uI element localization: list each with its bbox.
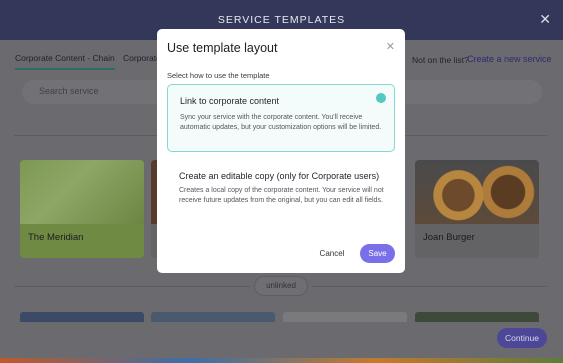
option-link-corporate-content[interactable]: Link to corporate content Sync your serv…	[167, 84, 395, 152]
card-thumbnail[interactable]	[283, 312, 407, 322]
tab-corporate-content-chain[interactable]: Corporate Content - Chain	[15, 53, 115, 70]
dialog-subtitle: Select how to use the template	[167, 71, 270, 80]
unlinked-pill[interactable]: unlinked	[254, 276, 308, 296]
option-description: Creates a local copy of the corporate co…	[179, 187, 384, 204]
option-description: Sync your service with the corporate con…	[180, 114, 382, 131]
divider	[14, 286, 250, 287]
continue-button[interactable]: Continue	[497, 328, 547, 348]
radio-selected-icon[interactable]	[376, 93, 386, 103]
dialog-title: Use template layout	[167, 41, 278, 55]
window-title: SERVICE TEMPLATES	[217, 14, 346, 26]
search-placeholder: Search service	[39, 86, 99, 96]
not-on-list-text: Not on the list?	[412, 55, 469, 65]
option-title: Create an editable copy (only for Corpor…	[179, 171, 380, 181]
close-icon[interactable]: ✕	[386, 40, 395, 53]
service-card-meridian[interactable]: The Meridian	[20, 160, 144, 258]
create-service-link[interactable]: Create a new service	[467, 54, 552, 64]
card-image	[415, 160, 539, 224]
close-icon[interactable]: ✕	[539, 11, 551, 28]
card-label: The Meridian	[28, 232, 84, 243]
card-image	[20, 160, 144, 224]
bottom-strip	[0, 358, 563, 363]
tab-corporate[interactable]: Corporate	[123, 53, 161, 63]
service-card-joan-burger[interactable]: Joan Burger	[415, 160, 539, 258]
card-thumbnail[interactable]	[151, 312, 275, 322]
option-title: Link to corporate content	[180, 96, 280, 106]
use-template-dialog: Use template layout ✕ Select how to use …	[157, 29, 405, 273]
card-thumbnail[interactable]	[20, 312, 144, 322]
divider	[312, 286, 547, 287]
option-editable-copy[interactable]: Create an editable copy (only for Corpor…	[167, 165, 395, 227]
card-thumbnail[interactable]	[415, 312, 539, 322]
card-label: Joan Burger	[423, 232, 475, 243]
save-button[interactable]: Save	[360, 244, 395, 263]
cancel-button[interactable]: Cancel	[310, 244, 354, 263]
